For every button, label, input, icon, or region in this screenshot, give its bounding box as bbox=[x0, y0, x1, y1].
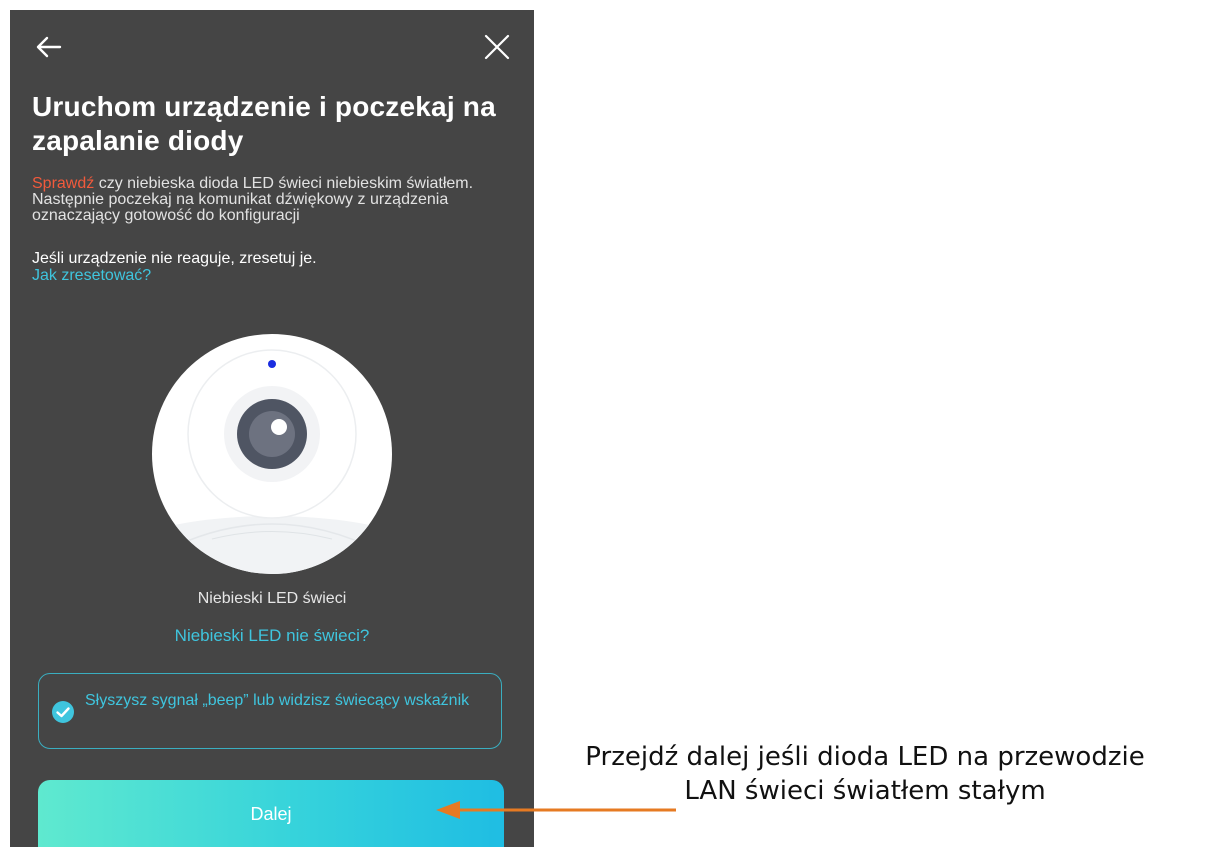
next-button[interactable]: Dalej bbox=[38, 780, 504, 847]
instruction-text: Sprawdź czy niebieska dioda LED świeci n… bbox=[32, 176, 522, 224]
close-icon[interactable] bbox=[480, 30, 514, 64]
confirm-checkbox[interactable]: Słyszysz sygnał „beep” lub widzisz świec… bbox=[38, 673, 502, 749]
check-circle-icon bbox=[51, 700, 75, 724]
how-to-reset-link[interactable]: Jak zresetować? bbox=[32, 267, 151, 284]
led-caption: Niebieski LED świeci bbox=[197, 590, 347, 607]
camera-illustration bbox=[152, 334, 392, 574]
confirm-text: Słyszysz sygnał „beep” lub widzisz świec… bbox=[85, 692, 470, 709]
blue-led bbox=[268, 360, 276, 368]
phone-screen: Uruchom urządzenie i poczekaj na zapalan… bbox=[10, 10, 534, 847]
next-button-label: Dalej bbox=[250, 804, 292, 824]
annotation-line-2: LAN świeci światłem stałym bbox=[684, 776, 1046, 806]
annotation-line-1: Przejdź dalej jeśli dioda LED na przewod… bbox=[585, 742, 1145, 772]
reset-warning: Jeśli urządzenie nie reaguje, zresetuj j… bbox=[32, 250, 317, 267]
instruction-highlight: Sprawdź bbox=[32, 175, 95, 192]
led-not-lit-link[interactable]: Niebieski LED nie świeci? bbox=[10, 626, 534, 646]
back-arrow-icon[interactable] bbox=[32, 30, 66, 64]
page-title: Uruchom urządzenie i poczekaj na zapalan… bbox=[32, 91, 496, 156]
instruction-body: czy niebieska dioda LED świeci niebieski… bbox=[32, 175, 474, 224]
